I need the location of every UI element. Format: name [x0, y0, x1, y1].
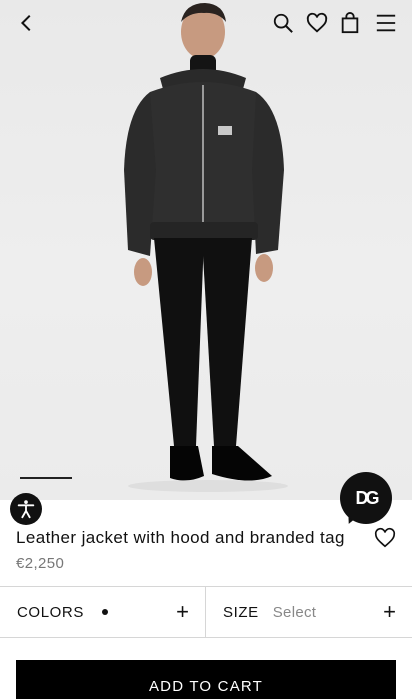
size-selector[interactable]: SIZE Select + [206, 587, 412, 637]
option-selectors: COLORS + SIZE Select + [0, 586, 412, 638]
back-arrow-icon[interactable] [14, 10, 40, 36]
carousel-indicator[interactable] [20, 477, 72, 479]
size-label: SIZE [223, 603, 259, 621]
colors-selector[interactable]: COLORS + [0, 587, 206, 637]
accessibility-button[interactable] [10, 493, 42, 525]
selected-color-swatch [101, 609, 108, 615]
brand-logo: DG [355, 487, 380, 508]
heart-icon[interactable] [304, 10, 330, 36]
accessibility-icon [17, 500, 35, 519]
product-image[interactable] [0, 0, 412, 500]
hamburger-menu-icon[interactable] [373, 10, 399, 36]
shopping-bag-icon[interactable] [337, 10, 363, 36]
product-title: Leather jacket with hood and branded tag [16, 528, 345, 547]
top-navigation [0, 0, 412, 48]
wishlist-heart-icon[interactable] [374, 527, 396, 549]
add-to-cart-label: ADD TO CART [148, 677, 264, 695]
plus-icon: + [176, 599, 189, 624]
chat-badge-button[interactable]: DG [340, 472, 392, 524]
colors-label: COLORS [17, 603, 84, 621]
plus-icon: + [383, 599, 396, 624]
model-photo [124, 3, 288, 492]
product-price: €2,250 [16, 555, 65, 572]
add-to-cart-button[interactable]: ADD TO CART [16, 660, 396, 699]
size-value: Select [272, 603, 317, 621]
search-icon[interactable] [270, 10, 296, 36]
